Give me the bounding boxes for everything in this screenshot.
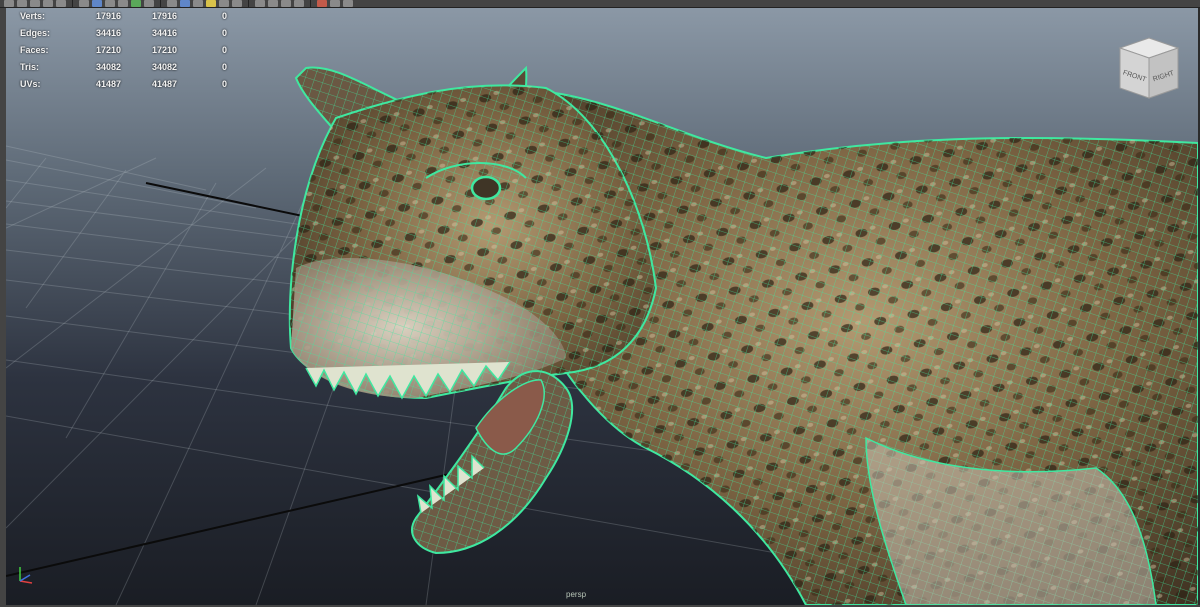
- carnotaurus-model[interactable]: [6, 8, 1198, 605]
- film-gate-icon[interactable]: [79, 0, 89, 7]
- poly-count-hud: Verts: 17916 17916 0 Edges: 34416 34416 …: [20, 8, 240, 93]
- shadows-icon[interactable]: [219, 0, 229, 7]
- hud-value: 17210: [152, 45, 178, 55]
- bookmark-icon[interactable]: [30, 0, 40, 7]
- hud-value: 0: [222, 11, 228, 21]
- hud-value: 17916: [152, 11, 178, 21]
- resolution-gate-icon[interactable]: [92, 0, 102, 7]
- xray-icon[interactable]: [255, 0, 265, 7]
- xray-joints-icon[interactable]: [268, 0, 278, 7]
- hud-value: 41487: [152, 79, 178, 89]
- safe-title-icon[interactable]: [144, 0, 154, 7]
- hud-value: 0: [222, 62, 228, 72]
- hud-row-faces: Faces: 17210 17210 0: [20, 42, 240, 59]
- toolbar-separator: [310, 0, 311, 7]
- safe-action-icon[interactable]: [131, 0, 141, 7]
- toolbar-separator: [72, 0, 73, 7]
- viewport-toolbar: [0, 0, 1200, 8]
- grid-toggle-icon[interactable]: [56, 0, 66, 7]
- gate-mask-icon[interactable]: [105, 0, 115, 7]
- hud-row-verts: Verts: 17916 17916 0: [20, 8, 240, 25]
- axis-gizmo-icon: [14, 561, 46, 587]
- use-default-light-icon[interactable]: [206, 0, 216, 7]
- hud-label: UVs:: [20, 79, 41, 89]
- wireframe-icon[interactable]: [167, 0, 177, 7]
- image-plane-icon[interactable]: [43, 0, 53, 7]
- hud-value: 0: [222, 45, 228, 55]
- toolbar-separator: [160, 0, 161, 7]
- hud-value: 41487: [96, 79, 122, 89]
- hud-value: 17210: [96, 45, 122, 55]
- maya-viewport-window: Verts: 17916 17916 0 Edges: 34416 34416 …: [0, 0, 1200, 607]
- hud-value: 17916: [96, 11, 122, 21]
- hud-value: 0: [222, 28, 228, 38]
- hud-row-edges: Edges: 34416 34416 0: [20, 25, 240, 42]
- select-camera-icon[interactable]: [4, 0, 14, 7]
- render-icon[interactable]: [317, 0, 327, 7]
- hud-value: 34082: [152, 62, 178, 72]
- render-settings-icon[interactable]: [343, 0, 353, 7]
- hud-label: Edges:: [20, 28, 51, 38]
- camera-name-label: persp: [566, 590, 587, 599]
- wireframe-on-shaded-icon[interactable]: [193, 0, 203, 7]
- ambient-occlusion-icon[interactable]: [232, 0, 242, 7]
- hud-label: Tris:: [20, 62, 40, 72]
- hud-label: Verts:: [20, 11, 46, 21]
- field-chart-icon[interactable]: [118, 0, 128, 7]
- viewcube-icon[interactable]: FRONT RIGHT: [1114, 34, 1184, 104]
- smooth-shade-icon[interactable]: [180, 0, 190, 7]
- hud-value: 0: [222, 79, 228, 89]
- lock-camera-icon[interactable]: [17, 0, 27, 7]
- hud-row-uvs: UVs: 41487 41487 0: [20, 76, 240, 93]
- ipr-render-icon[interactable]: [330, 0, 340, 7]
- hud-row-tris: Tris: 34082 34082 0: [20, 59, 240, 76]
- hud-value: 34416: [152, 28, 178, 38]
- hud-toggle-icon[interactable]: [294, 0, 304, 7]
- isolate-select-icon[interactable]: [281, 0, 291, 7]
- perspective-viewport[interactable]: Verts: 17916 17916 0 Edges: 34416 34416 …: [6, 8, 1198, 605]
- hud-label: Faces:: [20, 45, 49, 55]
- hud-value: 34082: [96, 62, 122, 72]
- toolbar-separator: [248, 0, 249, 7]
- eye: [470, 175, 502, 201]
- hud-value: 34416: [96, 28, 122, 38]
